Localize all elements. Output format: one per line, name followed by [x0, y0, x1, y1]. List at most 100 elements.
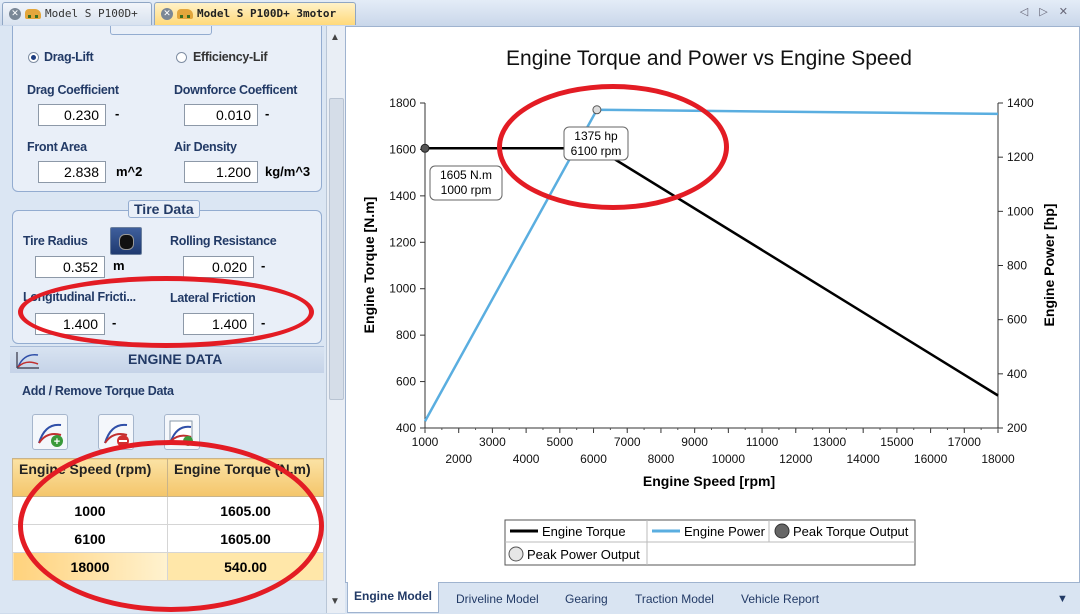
y2-tick-label: 200 — [1007, 421, 1027, 435]
downforce-coefficient-label: Downforce Coefficent — [174, 83, 298, 97]
y2-axis-label: Engine Power [hp] — [1041, 204, 1057, 327]
torque-curve-icon — [16, 352, 39, 369]
y2-tick-label: 800 — [1007, 259, 1027, 273]
y2-tick-label: 1000 — [1007, 204, 1034, 218]
annotation-torque-line2: 1000 rpm — [441, 183, 492, 197]
tire-radius-field[interactable]: 0.352 — [35, 256, 105, 278]
drag-lift-label: Drag-Lift — [44, 50, 94, 64]
drag-coefficient-unit: - — [115, 106, 120, 121]
x-tick-label: 5000 — [546, 435, 573, 449]
tire-calculator-button[interactable] — [110, 227, 142, 255]
y-tick-label: 1400 — [389, 189, 416, 203]
left-pane-scrollbar[interactable]: ▲ ▼ — [326, 26, 345, 613]
highlight-ellipse-peaks — [497, 84, 729, 210]
front-area-field[interactable]: 2.838 — [38, 161, 106, 183]
tab-vehicle-report[interactable]: Vehicle Report — [741, 587, 819, 613]
air-density-unit: kg/m^3 — [265, 164, 311, 179]
legend-peak-torque-marker — [774, 523, 790, 539]
air-density-field[interactable]: 1.200 — [184, 161, 258, 183]
y-tick-label: 1600 — [389, 142, 416, 156]
annotation-torque-line1: 1605 N.m — [440, 168, 492, 182]
downforce-coefficient-unit: - — [265, 106, 270, 121]
car-icon — [25, 9, 41, 19]
y-tick-label: 1000 — [389, 282, 416, 296]
drag-coefficient-field[interactable]: 0.230 — [38, 104, 106, 126]
doc-tab-label: Model S P100D+ — [45, 7, 138, 20]
efficiency-lift-radio[interactable] — [176, 52, 187, 63]
svg-text:+: + — [54, 436, 60, 448]
tab-gearing[interactable]: Gearing — [565, 587, 608, 613]
y2-tick-label: 600 — [1007, 313, 1027, 327]
x-tick-label: 18000 — [981, 452, 1015, 466]
x-tick-label: 2000 — [445, 452, 472, 466]
tab-nav-arrows[interactable]: ◁ ▷ ✕ — [1020, 5, 1072, 18]
tire-radius-unit: m — [113, 258, 125, 273]
rolling-resistance-label: Rolling Resistance — [170, 234, 277, 248]
x-tick-label: 12000 — [779, 452, 813, 466]
x-tick-label: 17000 — [948, 435, 982, 449]
y-tick-label: 1200 — [389, 235, 416, 249]
rolling-resistance-field[interactable]: 0.020 — [183, 256, 254, 278]
air-density-label: Air Density — [174, 140, 237, 154]
add-curve-icon: + — [38, 423, 63, 448]
add-remove-label: Add / Remove Torque Data — [22, 384, 174, 398]
x-tick-label: 11000 — [746, 435, 779, 449]
efficiency-lift-label: Efficiency-Lif — [193, 50, 268, 64]
drag-lift-radio[interactable] — [28, 52, 39, 63]
x-tick-label: 3000 — [479, 435, 506, 449]
chart-pane: Engine Torque and Power vs Engine Speed … — [345, 26, 1080, 584]
x-tick-label: 16000 — [914, 452, 948, 466]
tire-data-title: Tire Data — [128, 200, 200, 218]
x-tick-label: 13000 — [813, 435, 847, 449]
legend-torque: Engine Torque — [542, 524, 626, 539]
tire-icon — [119, 234, 134, 250]
front-area-unit: m^2 — [116, 164, 143, 179]
y2-tick-label: 1400 — [1007, 96, 1034, 110]
close-icon[interactable]: ✕ — [161, 8, 173, 20]
x-tick-label: 14000 — [846, 452, 880, 466]
y2-tick-label: 1200 — [1007, 150, 1034, 164]
document-tab-bar: ✕ Model S P100D+ ✕ Model S P100D+ 3motor ◁… — [0, 0, 1080, 27]
tabs-dropdown-icon[interactable]: ▼ — [1057, 587, 1068, 613]
doc-tab-1[interactable]: ✕ Model S P100D+ — [2, 2, 152, 25]
front-area-label: Front Area — [27, 140, 87, 154]
downforce-coefficient-field[interactable]: 0.010 — [184, 104, 258, 126]
tab-engine-model[interactable]: Engine Model — [347, 582, 439, 613]
car-icon — [177, 9, 193, 19]
doc-tab-2-active[interactable]: ✕ Model S P100D+ 3motor — [154, 2, 356, 25]
tire-radius-label: Tire Radius — [23, 234, 88, 248]
peak-torque-point — [420, 143, 430, 153]
tab-traction-model[interactable]: Traction Model — [635, 587, 714, 613]
legend-peak-power-marker — [508, 546, 524, 562]
doc-tab-label: Model S P100D+ 3motor — [197, 7, 337, 20]
legend-peak-power: Peak Power Output — [527, 547, 640, 562]
engine-data-title: ENGINE DATA — [128, 351, 223, 367]
chart-title: Engine Torque and Power vs Engine Speed — [506, 47, 912, 70]
scrollbar-thumb[interactable] — [329, 98, 344, 400]
legend-peak-torque: Peak Torque Output — [793, 524, 909, 539]
tab-driveline-model[interactable]: Driveline Model — [456, 587, 539, 613]
highlight-ellipse-table — [18, 440, 324, 612]
scroll-down-icon[interactable]: ▼ — [330, 596, 340, 607]
x-tick-label: 1000 — [412, 435, 439, 449]
aero-group-tab — [110, 26, 212, 35]
engine-data-header[interactable]: ENGINE DATA — [10, 346, 324, 373]
engine-torque-line — [425, 147, 999, 397]
x-tick-label: 9000 — [681, 435, 708, 449]
y-axis-label: Engine Torque [N.m] — [361, 197, 377, 334]
add-torque-button[interactable]: + — [32, 414, 68, 450]
annotation-peak-torque: 1605 N.m 1000 rpm — [429, 165, 503, 201]
x-tick-label: 7000 — [614, 435, 641, 449]
highlight-ellipse-friction — [18, 276, 314, 348]
y-tick-label: 800 — [396, 328, 416, 342]
scroll-up-icon[interactable]: ▲ — [330, 32, 340, 43]
y2-tick-label: 400 — [1007, 367, 1027, 381]
chart-legend: Engine Torque Engine Power Peak Torque O… — [504, 519, 916, 566]
y-tick-label: 1800 — [389, 96, 416, 110]
x-tick-label: 8000 — [648, 452, 675, 466]
x-axis-label: Engine Speed [rpm] — [643, 473, 775, 489]
close-icon[interactable]: ✕ — [9, 8, 21, 20]
drag-coefficient-label: Drag Coefficient — [27, 83, 119, 97]
x-tick-label: 10000 — [712, 452, 746, 466]
x-tick-label: 4000 — [513, 452, 540, 466]
